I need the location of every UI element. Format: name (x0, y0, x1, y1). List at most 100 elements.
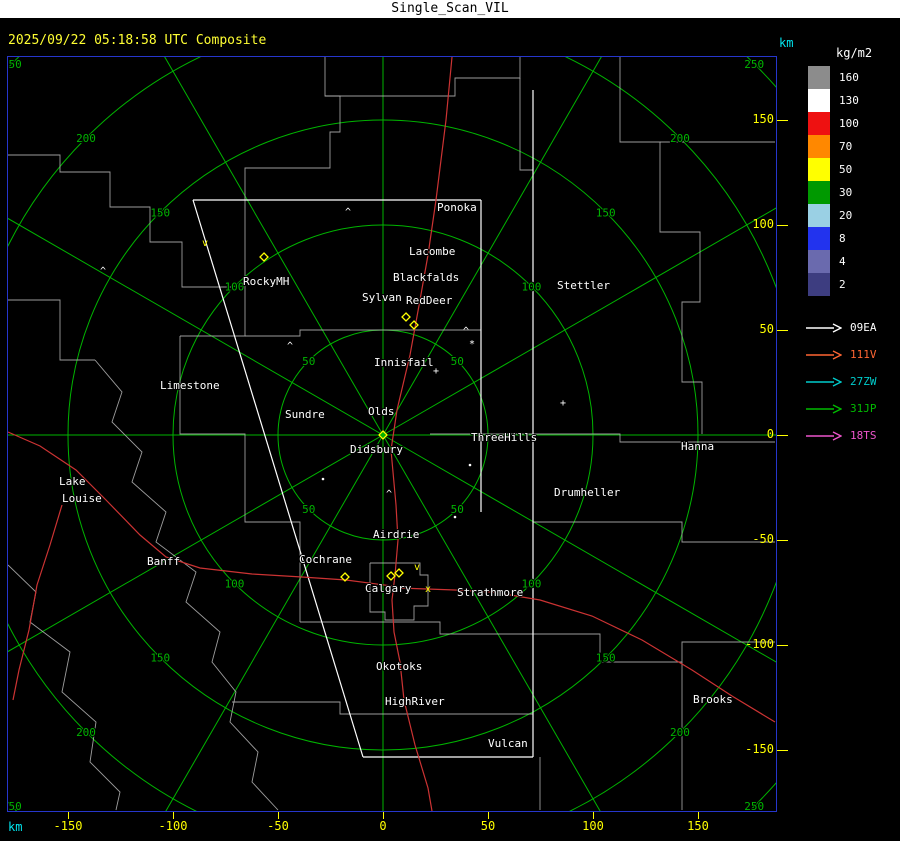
right-axis-tick (777, 750, 788, 751)
right-axis-tick (777, 540, 788, 541)
range-ring-label: 150 (150, 206, 170, 219)
symbol-marker: * (469, 339, 475, 350)
place-label: Limestone (160, 379, 220, 392)
right-axis-tick-label: 100 (752, 217, 774, 231)
range-ring-label: 250 (8, 800, 22, 811)
radar-site-entry: 31JP (806, 395, 877, 422)
place-label: HighRiver (385, 695, 445, 708)
vil-color-legend: kg/m2 160 130 100 70 50 30 20 8 4 2 (808, 46, 872, 296)
range-ring-label: 100 (522, 577, 542, 590)
legend-value: 30 (839, 186, 853, 199)
bottom-axis-tick-label: -100 (158, 819, 188, 833)
radar-map[interactable]: 50 50 50 50 100 100 100 100 150 150 150 150 200 200 20… (8, 57, 776, 811)
axis-unit-label-bottom: km (8, 820, 23, 834)
range-ring-label: 250 (744, 800, 764, 811)
boundary-line (300, 621, 533, 635)
legend-entry: 4 (808, 250, 872, 273)
radar-arrow-icon (806, 322, 842, 333)
legend-value: 160 (839, 71, 859, 84)
legend-color-swatch (808, 227, 830, 250)
legend-entry: 30 (808, 181, 872, 204)
boundary-line (180, 287, 246, 337)
right-axis-tick-label: -150 (745, 742, 774, 756)
legend-value: 20 (839, 209, 853, 222)
place-label: Vulcan (488, 737, 528, 750)
boundary-line (8, 564, 121, 811)
radar-site-id: 111V (850, 348, 877, 361)
symbol-marker: + (433, 366, 439, 377)
radar-site-id: 27ZW (850, 375, 877, 388)
legend-entry: 20 (808, 204, 872, 227)
boundary-line (519, 78, 533, 171)
radar-map-frame: 50 50 50 50 100 100 100 100 150 150 150 150 200 200 20… (7, 56, 777, 812)
symbol-marker: ^ (287, 341, 293, 352)
place-label: Sylvan (362, 291, 402, 304)
right-axis-tick-label: -100 (745, 637, 774, 651)
place-label: Ponoka (437, 201, 477, 214)
symbol-marker: v (202, 238, 208, 249)
legend-value: 4 (839, 255, 846, 268)
range-ring-label: 200 (76, 132, 96, 145)
range-ring-label: 250 (744, 58, 764, 71)
dot-marker (321, 477, 325, 481)
right-axis-tick (777, 225, 788, 226)
range-ring-label: 200 (76, 726, 96, 739)
bottom-axis-tick (68, 812, 69, 819)
range-ring-label: 50 (302, 503, 315, 516)
bottom-axis-tick-label: 100 (582, 819, 604, 833)
legend-color-swatch (808, 181, 830, 204)
place-label: Sundre (285, 408, 325, 421)
axis-unit-label-top: km (779, 36, 794, 50)
legend-entry: 100 (808, 112, 872, 135)
bottom-axis-tick (593, 812, 594, 819)
window-title-bar[interactable]: Single_Scan_VIL (0, 0, 900, 18)
radar-application-window: Single_Scan_VIL 2025/09/22 05:18:58 UTC … (0, 0, 900, 841)
range-ring-label: 50 (302, 355, 315, 368)
place-label: RedDeer (406, 294, 453, 307)
place-label: RockyMH (243, 275, 289, 288)
radar-arrow-icon (806, 349, 842, 360)
scan-timestamp: 2025/09/22 05:18:58 UTC Composite (8, 33, 267, 48)
city-diamond-marker (409, 320, 419, 330)
place-label: Okotoks (376, 660, 422, 673)
symbol-marker: ^ (100, 266, 106, 277)
bottom-axis-tick-label: -150 (53, 819, 83, 833)
right-axis-tick-label: 0 (766, 427, 774, 441)
radar-site-id: 18TS (850, 429, 877, 442)
boundary-line (619, 57, 703, 434)
range-ring-label: 100 (522, 281, 542, 294)
radar-site-entry: 18TS (806, 422, 877, 449)
highway-line (12, 504, 63, 701)
legend-entry: 70 (808, 135, 872, 158)
legend-entry: 8 (808, 227, 872, 250)
place-label: Airdrie (373, 528, 419, 541)
legend-color-swatch (808, 112, 830, 135)
legend-entry: 160 (808, 66, 872, 89)
bottom-axis-tick-label: 0 (379, 819, 387, 833)
radar-arrow-icon (806, 403, 842, 414)
dot-marker (453, 515, 457, 519)
place-label: Lacombe (409, 245, 455, 258)
range-ring-label: 100 (225, 577, 245, 590)
radar-arrow-icon (806, 430, 842, 441)
dot-marker (468, 463, 472, 467)
range-azimuth-line (165, 434, 384, 811)
radar-site-entry: 09EA (806, 314, 877, 341)
bottom-axis-tick-label: 150 (687, 819, 709, 833)
legend-value: 130 (839, 94, 859, 107)
symbol-marker: + (560, 398, 566, 409)
right-axis-tick-label: 150 (752, 112, 774, 126)
place-label: ThreeHills (471, 431, 537, 444)
place-label: Innisfail (374, 356, 434, 369)
place-label: Olds (368, 405, 395, 418)
legend-entry: 130 (808, 89, 872, 112)
radar-arrow-icon (806, 376, 842, 387)
place-label: Strathmore (457, 586, 523, 599)
place-label: Didsbury (350, 443, 403, 456)
symbol-marker: x (425, 584, 431, 595)
place-label: Louise (62, 492, 102, 505)
place-label: Blackfalds (393, 271, 459, 284)
map-layers: 50 50 50 50 100 100 100 100 150 150 150 150 200 200 20… (8, 57, 776, 811)
right-axis-tick (777, 120, 788, 121)
boundary-line (244, 57, 341, 287)
